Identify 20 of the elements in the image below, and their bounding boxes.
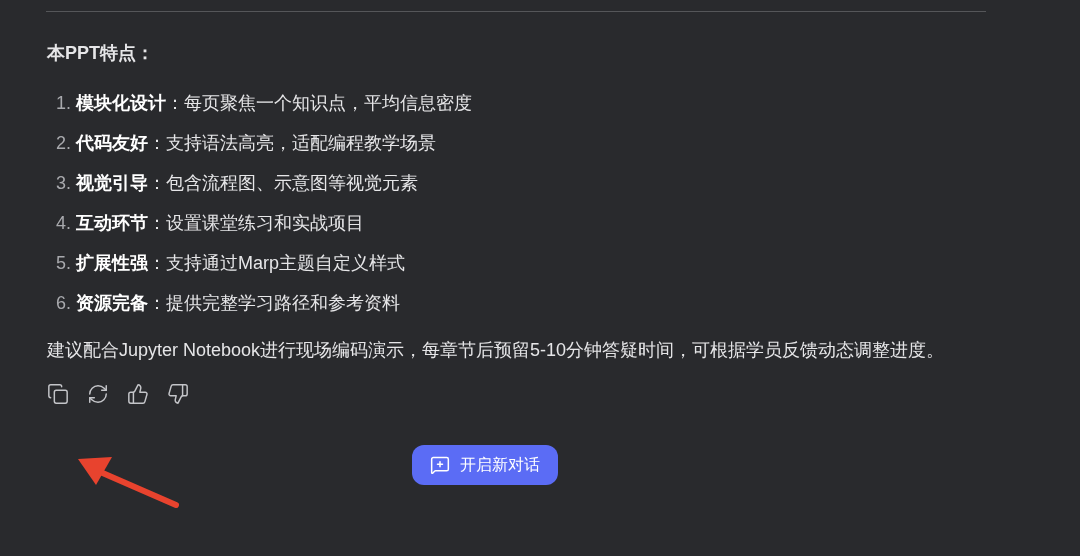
copy-icon[interactable] [47,383,69,405]
feature-description: 互动环节：设置课堂练习和实战项目 [76,212,364,235]
section-heading: 本PPT特点： [47,42,154,65]
list-number: 5. [56,252,71,275]
list-number: 6. [56,292,71,315]
suggestion-paragraph: 建议配合Jupyter Notebook进行现场编码演示，每章节后预留5-10分钟答疑时间，可根据学员反馈动态调整进度。 [47,339,946,362]
list-number: 4. [56,212,71,235]
chat-plus-icon [430,455,450,475]
thumbs-up-icon[interactable] [127,383,149,405]
thumbs-down-icon[interactable] [167,383,189,405]
feature-description: 资源完备：提供完整学习路径和参考资料 [76,292,400,315]
feature-description: 视觉引导：包含流程图、示意图等视觉元素 [76,172,418,195]
feature-description: 代码友好：支持语法高亮，适配编程教学场景 [76,132,436,155]
list-number: 3. [56,172,71,195]
feature-description: 扩展性强：支持通过Marp主题自定义样式 [76,252,406,275]
list-number: 2. [56,132,71,155]
list-number: 1. [56,92,71,115]
new-chat-button[interactable]: 开启新对话 [412,445,558,485]
feature-description: 模块化设计：每页聚焦一个知识点，平均信息密度 [76,92,472,115]
regenerate-icon[interactable] [87,383,109,405]
